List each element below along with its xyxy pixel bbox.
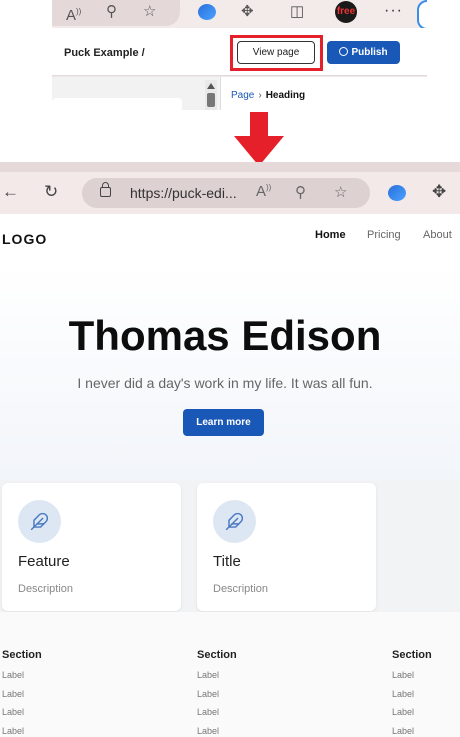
breadcrumb-page-link[interactable]: Page xyxy=(231,90,254,101)
lock-icon[interactable] xyxy=(100,182,111,197)
nav-home[interactable]: Home xyxy=(315,229,346,241)
footer-column: Section Label Label Label Label xyxy=(392,649,432,737)
favorite-star-icon[interactable]: ☆ xyxy=(143,3,156,21)
footer-link[interactable]: Label xyxy=(2,689,42,708)
chevron-right-icon: › xyxy=(258,90,262,101)
url-text[interactable]: https://puck-edi... xyxy=(130,185,237,201)
zoom-out-icon[interactable]: ⚲ xyxy=(295,183,306,201)
scrollbar[interactable] xyxy=(205,80,217,110)
zoom-out-icon[interactable]: ⚲ xyxy=(106,3,117,21)
footer-link[interactable]: Label xyxy=(2,726,42,737)
sidebar-edge xyxy=(417,0,427,30)
component-card xyxy=(52,98,182,110)
footer-link[interactable]: Label xyxy=(392,670,432,689)
copilot-icon[interactable] xyxy=(198,4,216,20)
learn-more-button[interactable]: Learn more xyxy=(183,409,264,436)
free-badge-icon[interactable]: free xyxy=(335,1,357,23)
feather-icon xyxy=(18,500,61,543)
editor-right-panel: Page › Heading xyxy=(220,77,427,110)
extensions-icon[interactable]: ✥ xyxy=(241,3,254,21)
globe-icon xyxy=(339,47,349,56)
footer-link[interactable]: Label xyxy=(197,707,237,726)
footer-link[interactable]: Label xyxy=(2,707,42,726)
feather-icon xyxy=(213,500,256,543)
footer-link[interactable]: Label xyxy=(392,707,432,726)
site-footer: Section Label Label Label Label Section … xyxy=(0,612,460,737)
refresh-icon[interactable]: ↻ xyxy=(44,181,58,203)
extensions-icon[interactable]: ✥ xyxy=(432,181,446,203)
editor-title: Puck Example / xyxy=(64,47,145,59)
scroll-thumb[interactable] xyxy=(207,93,215,107)
address-bar[interactable]: https://puck-edi... A)) ⚲ ☆ xyxy=(82,178,370,208)
breadcrumb: Page › Heading xyxy=(231,90,305,101)
publish-label: Publish xyxy=(351,47,388,58)
hero-title: Thomas Edison xyxy=(68,312,382,359)
read-aloud-icon[interactable]: A)) xyxy=(256,183,271,200)
footer-column: Section Label Label Label Label xyxy=(197,649,237,737)
breadcrumb-current: Heading xyxy=(265,90,306,101)
feature-card: Feature Description xyxy=(2,483,181,611)
footer-section-title: Section xyxy=(2,649,42,661)
favorite-star-icon[interactable]: ☆ xyxy=(334,183,347,201)
browser-toolbar: ← ↻ https://puck-edi... A)) ⚲ ☆ ✥ xyxy=(0,172,460,214)
editor-screenshot: A)) ⚲ ☆ ✥ ◫ free ··· Puck Example / View… xyxy=(52,0,427,110)
publish-button[interactable]: Publish xyxy=(327,41,400,64)
site-header: LOGO Home Pricing About xyxy=(0,214,460,264)
footer-section-title: Section xyxy=(392,649,432,661)
nav-pricing[interactable]: Pricing xyxy=(367,229,401,241)
split-screen-icon[interactable]: ◫ xyxy=(290,3,304,21)
site-logo[interactable]: LOGO xyxy=(2,231,47,247)
footer-link[interactable]: Label xyxy=(2,670,42,689)
features-section: Feature Description Title Description xyxy=(0,480,460,612)
footer-section-title: Section xyxy=(197,649,237,661)
read-aloud-icon[interactable]: A)) xyxy=(66,3,81,25)
tab-strip xyxy=(0,162,460,172)
feature-description: Description xyxy=(18,583,74,595)
feature-title: Feature xyxy=(18,553,70,570)
back-arrow-icon[interactable]: ← xyxy=(2,181,19,203)
footer-link[interactable]: Label xyxy=(197,689,237,708)
feature-card: Title Description xyxy=(197,483,376,611)
footer-link[interactable]: Label xyxy=(197,670,237,689)
copilot-icon[interactable] xyxy=(388,185,406,201)
feature-description: Description xyxy=(213,583,269,595)
hero-subtitle: I never did a day's work in my life. It … xyxy=(77,375,373,391)
feature-title: Title xyxy=(213,553,241,570)
footer-link[interactable]: Label xyxy=(197,726,237,737)
highlight-box xyxy=(230,35,323,71)
footer-link[interactable]: Label xyxy=(392,726,432,737)
red-arrow-down-icon xyxy=(234,112,284,166)
footer-link[interactable]: Label xyxy=(392,689,432,708)
footer-column: Section Label Label Label Label xyxy=(2,649,42,737)
editor-header: Puck Example / View page Publish xyxy=(52,28,427,76)
hero-section: Thomas Edison I never did a day's work i… xyxy=(0,264,460,480)
more-menu-icon[interactable]: ··· xyxy=(384,2,403,20)
scroll-up-icon[interactable] xyxy=(207,83,215,89)
nav-about[interactable]: About xyxy=(423,229,452,241)
